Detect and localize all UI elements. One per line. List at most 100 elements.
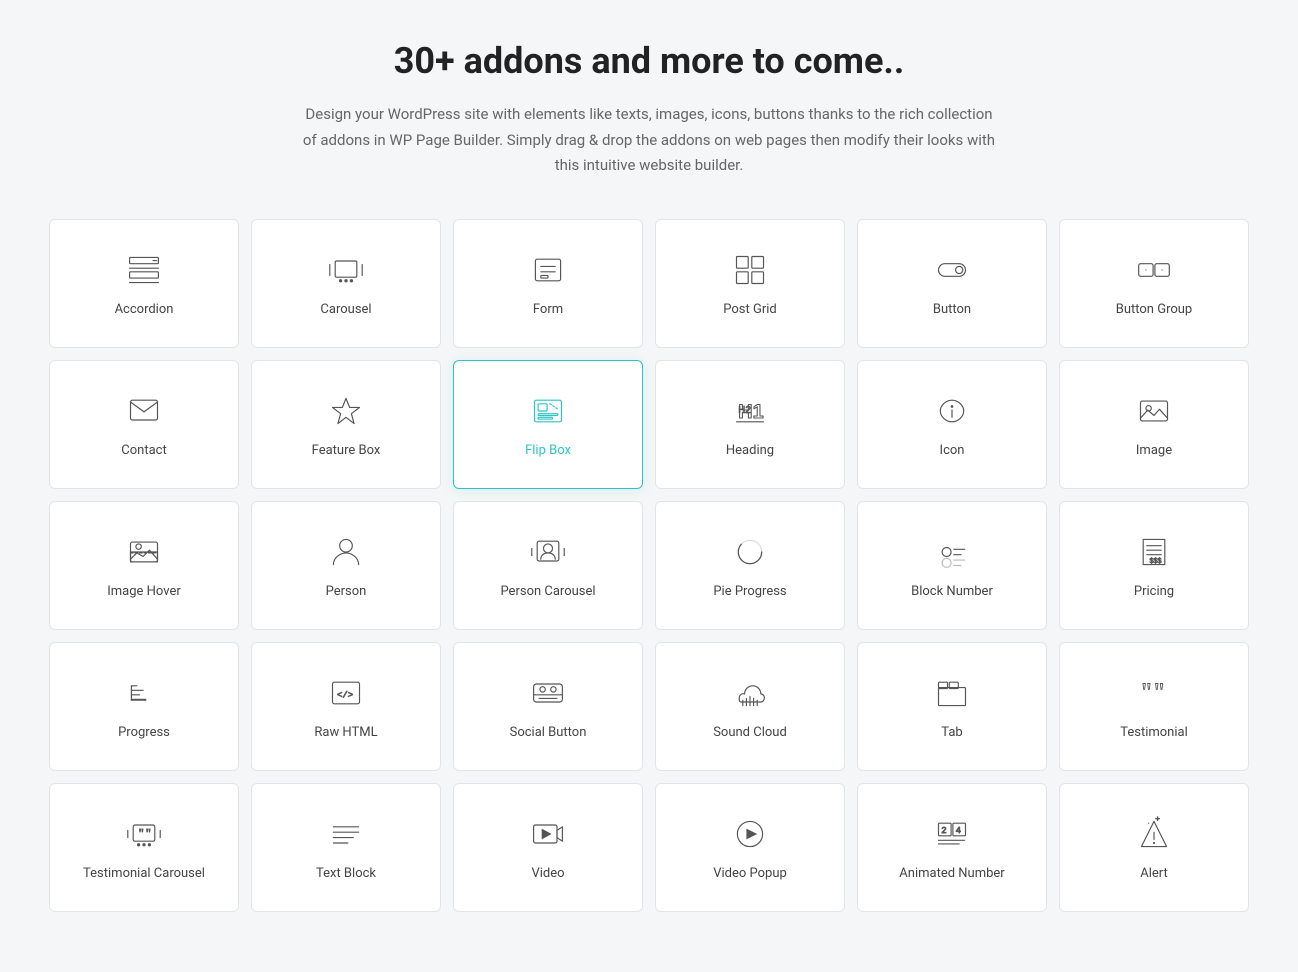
card-carousel[interactable]: Carousel <box>251 219 441 348</box>
card-video[interactable]: Video <box>453 783 643 912</box>
card-label-video: Video <box>531 866 564 881</box>
card-block-number[interactable]: Block Number <box>857 501 1047 630</box>
text-block-icon <box>326 814 366 854</box>
card-heading[interactable]: H1H2 Heading <box>655 360 845 489</box>
svg-text:</>: </> <box>337 690 353 700</box>
post-grid-icon <box>730 250 770 290</box>
animated-number-icon: 24 <box>932 814 972 854</box>
card-label-contact: Contact <box>121 443 166 458</box>
svg-text:4: 4 <box>956 826 961 836</box>
card-label-feature-box: Feature Box <box>312 443 381 458</box>
card-image[interactable]: Image <box>1059 360 1249 489</box>
tab-icon <box>932 673 972 713</box>
card-person-carousel[interactable]: Person Carousel <box>453 501 643 630</box>
card-label-text-block: Text Block <box>316 866 376 881</box>
card-label-pricing: Pricing <box>1134 584 1174 599</box>
card-pricing[interactable]: $$$ Pricing <box>1059 501 1249 630</box>
card-alert[interactable]: Alert <box>1059 783 1249 912</box>
card-image-hover[interactable]: Image Hover <box>49 501 239 630</box>
card-sound-cloud[interactable]: Sound Cloud <box>655 642 845 771</box>
card-animated-number[interactable]: 24 Animated Number <box>857 783 1047 912</box>
card-label-flip-box: Flip Box <box>525 443 571 458</box>
accordion-icon <box>124 250 164 290</box>
card-label-button-group: Button Group <box>1116 302 1192 317</box>
card-label-carousel: Carousel <box>320 302 371 317</box>
card-tab[interactable]: Tab <box>857 642 1047 771</box>
card-label-alert: Alert <box>1140 866 1168 881</box>
svg-text:": " <box>1154 679 1164 706</box>
card-button-group[interactable]: Button Group <box>1059 219 1249 348</box>
button-icon <box>932 250 972 290</box>
alert-icon <box>1134 814 1174 854</box>
card-label-image: Image <box>1136 443 1172 458</box>
card-video-popup[interactable]: Video Popup <box>655 783 845 912</box>
card-label-sound-cloud: Sound Cloud <box>713 725 787 740</box>
heading-icon: H1H2 <box>730 391 770 431</box>
card-label-video-popup: Video Popup <box>713 866 787 881</box>
card-feature-box[interactable]: Feature Box <box>251 360 441 489</box>
svg-text:$$$: $$$ <box>1150 555 1162 564</box>
video-popup-icon <box>730 814 770 854</box>
card-post-grid[interactable]: Post Grid <box>655 219 845 348</box>
icon-icon <box>932 391 972 431</box>
contact-icon <box>124 391 164 431</box>
page-subtitle: Design your WordPress site with elements… <box>299 102 999 179</box>
svg-text:2: 2 <box>941 826 946 836</box>
card-contact[interactable]: Contact <box>49 360 239 489</box>
card-label-image-hover: Image Hover <box>107 584 181 599</box>
pricing-icon: $$$ <box>1134 532 1174 572</box>
card-label-testimonial: Testimonial <box>1120 725 1188 740</box>
card-icon[interactable]: Icon <box>857 360 1047 489</box>
card-label-accordion: Accordion <box>115 302 174 317</box>
addons-grid: Accordion Carousel Form Post Grid Button Butt… <box>49 219 1249 912</box>
card-pie-progress[interactable]: Pie Progress <box>655 501 845 630</box>
card-label-post-grid: Post Grid <box>723 302 776 317</box>
card-label-block-number: Block Number <box>911 584 993 599</box>
card-label-button: Button <box>933 302 971 317</box>
page-title: 30+ addons and more to come.. <box>20 40 1278 82</box>
card-label-progress: Progress <box>118 725 170 740</box>
image-hover-icon <box>124 532 164 572</box>
card-label-social-button: Social Button <box>510 725 587 740</box>
carousel-icon <box>326 250 366 290</box>
card-person[interactable]: Person <box>251 501 441 630</box>
card-label-testimonial-carousel: Testimonial Carousel <box>83 866 205 881</box>
block-number-icon <box>932 532 972 572</box>
card-label-tab: Tab <box>941 725 962 740</box>
card-button[interactable]: Button <box>857 219 1047 348</box>
pie-progress-icon <box>730 532 770 572</box>
svg-text:": " <box>1141 679 1151 706</box>
card-raw-html[interactable]: </> Raw HTML <box>251 642 441 771</box>
svg-text:": " <box>146 826 151 840</box>
raw-html-icon: </> <box>326 673 366 713</box>
feature-box-icon <box>326 391 366 431</box>
card-label-person-carousel: Person Carousel <box>500 584 595 599</box>
sound-cloud-icon <box>730 673 770 713</box>
testimonial-carousel-icon: "" <box>124 814 164 854</box>
card-testimonial-carousel[interactable]: "" Testimonial Carousel <box>49 783 239 912</box>
card-form[interactable]: Form <box>453 219 643 348</box>
person-icon <box>326 532 366 572</box>
card-label-icon: Icon <box>940 443 965 458</box>
flip-box-icon <box>528 391 568 431</box>
image-icon <box>1134 391 1174 431</box>
person-carousel-icon <box>528 532 568 572</box>
card-label-form: Form <box>533 302 563 317</box>
card-testimonial[interactable]: "" Testimonial <box>1059 642 1249 771</box>
card-label-person: Person <box>326 584 367 599</box>
form-icon <box>528 250 568 290</box>
video-icon <box>528 814 568 854</box>
card-flip-box[interactable]: Flip Box <box>453 360 643 489</box>
card-progress[interactable]: Progress <box>49 642 239 771</box>
card-label-animated-number: Animated Number <box>899 866 1004 881</box>
testimonial-icon: "" <box>1134 673 1174 713</box>
card-text-block[interactable]: Text Block <box>251 783 441 912</box>
progress-icon <box>124 673 164 713</box>
svg-text:H2: H2 <box>738 404 751 415</box>
button-group-icon <box>1134 250 1174 290</box>
card-label-raw-html: Raw HTML <box>314 725 377 740</box>
card-label-heading: Heading <box>726 443 774 458</box>
svg-text:": " <box>139 826 144 840</box>
card-social-button[interactable]: Social Button <box>453 642 643 771</box>
card-accordion[interactable]: Accordion <box>49 219 239 348</box>
